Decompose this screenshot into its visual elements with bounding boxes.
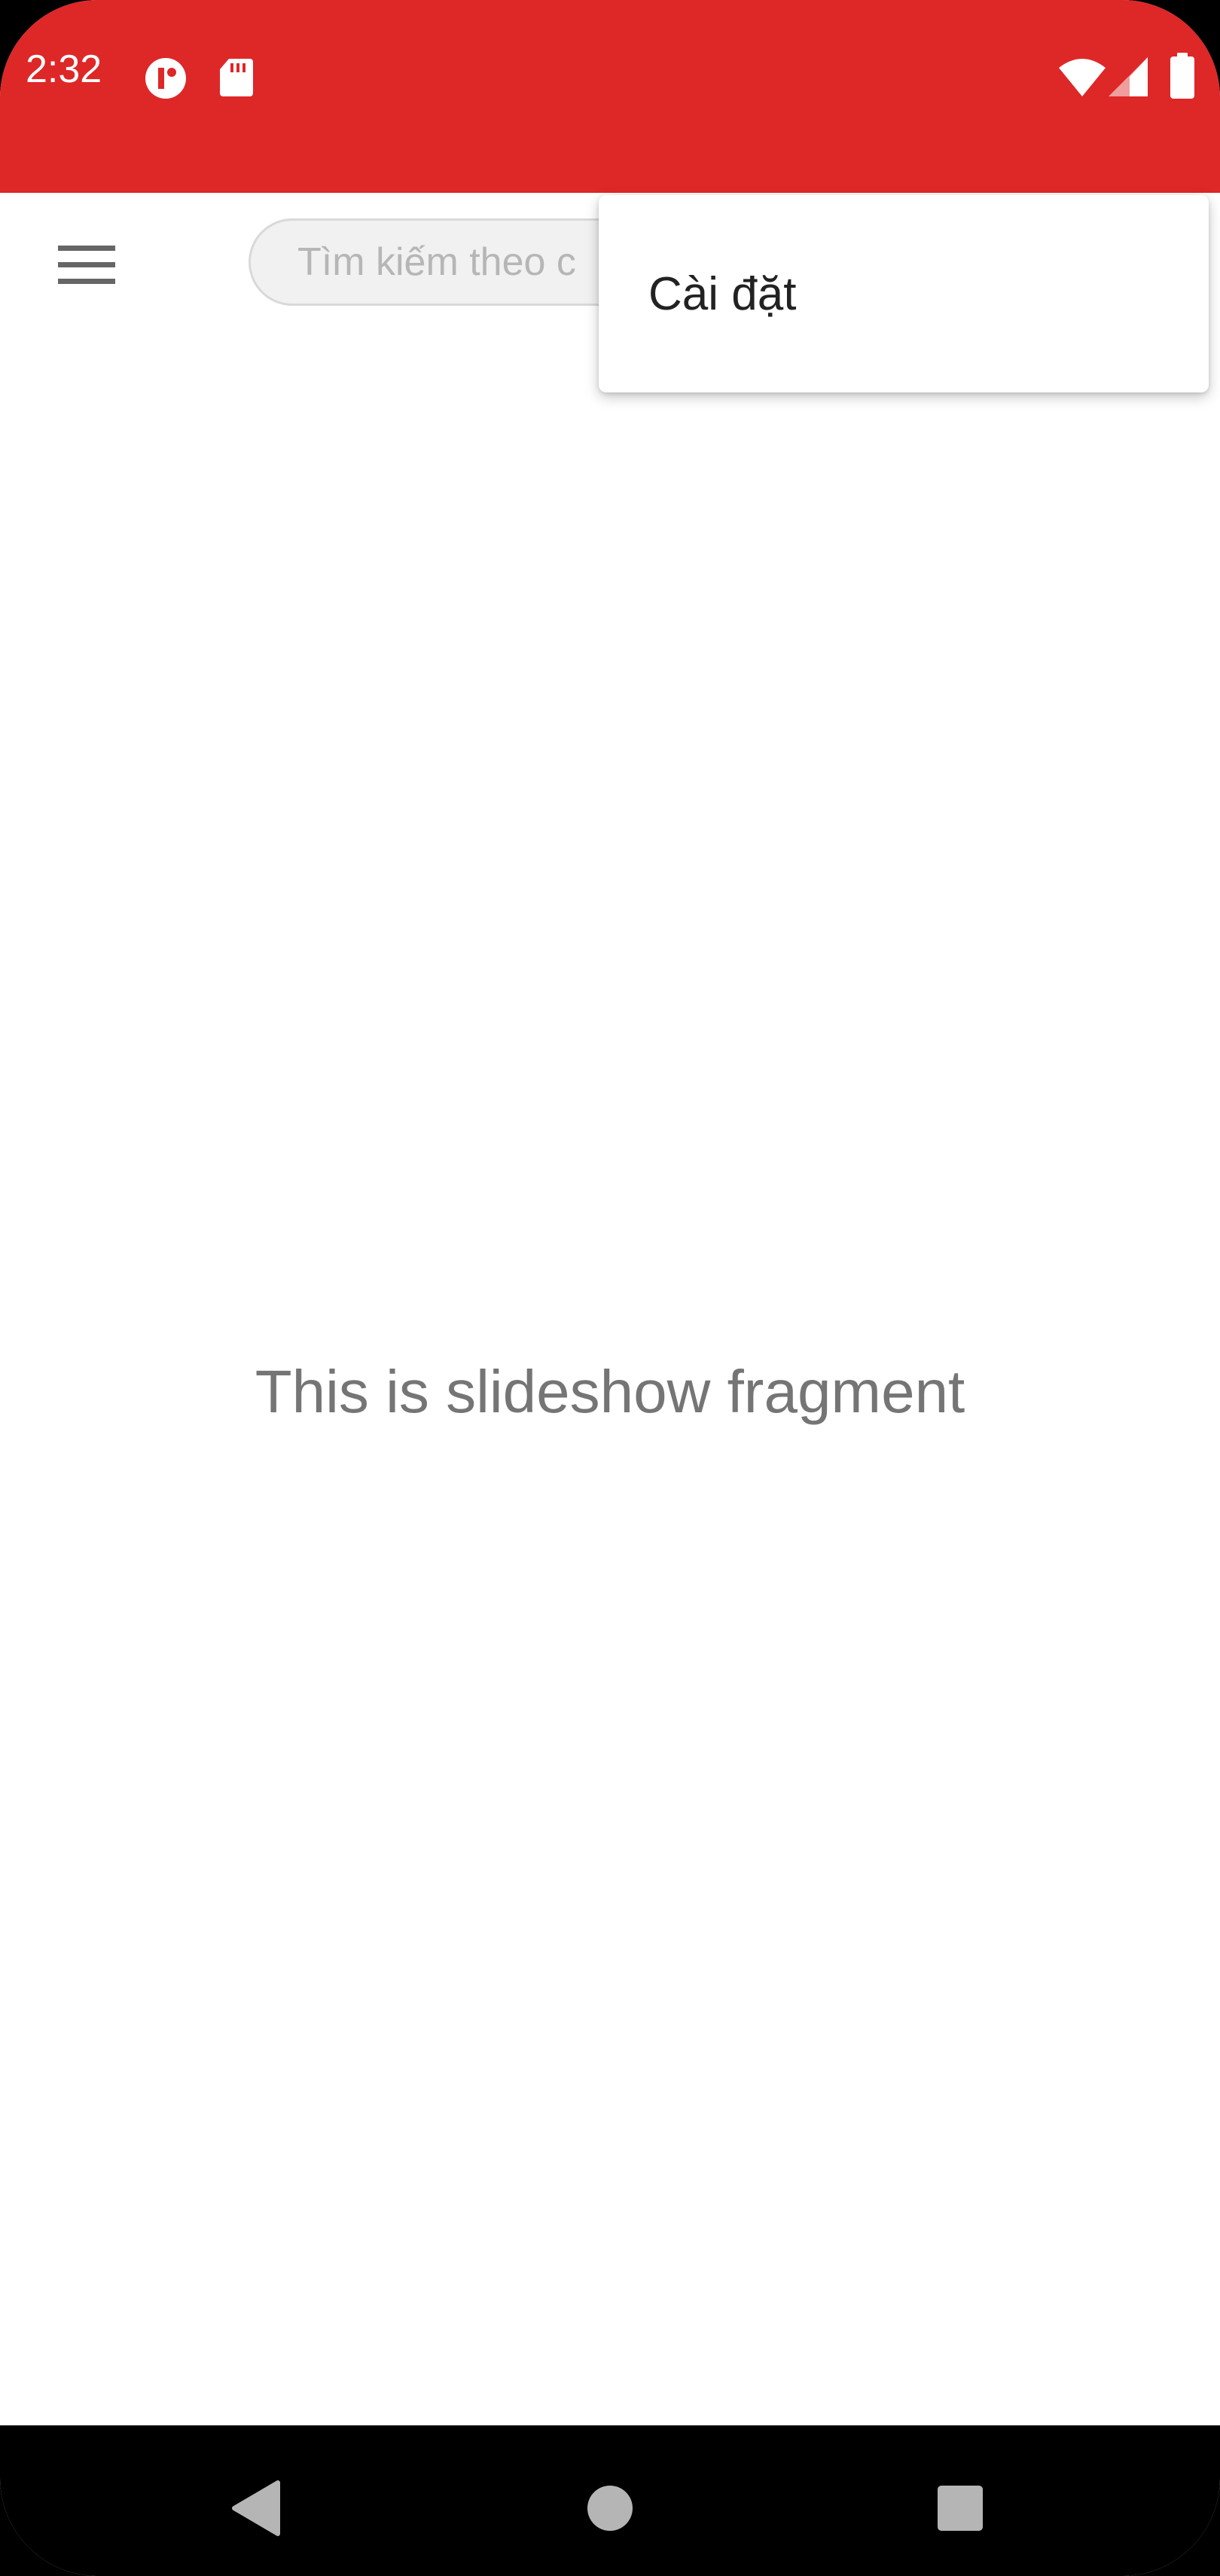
recents-icon[interactable] xyxy=(923,2471,998,2546)
phone-screen: 2:32 Tìm kiếm theo c This is slideshow f… xyxy=(0,0,1220,2576)
fragment-text: This is slideshow fragment xyxy=(255,1358,965,1425)
home-icon[interactable] xyxy=(572,2471,648,2546)
app-notification-icon xyxy=(143,56,188,105)
hamburger-menu-icon[interactable] xyxy=(45,235,128,295)
menu-item-settings[interactable]: Cài đặt xyxy=(599,195,1209,392)
status-time: 2:32 xyxy=(26,47,102,91)
cell-signal-icon xyxy=(1107,56,1149,102)
status-bar: 2:32 xyxy=(0,0,1220,193)
wifi-icon xyxy=(1057,56,1107,102)
navigation-bar xyxy=(0,2425,1220,2576)
sd-card-icon xyxy=(218,57,255,102)
battery-icon xyxy=(1169,53,1196,103)
overflow-popup-menu: Cài đặt xyxy=(599,195,1209,392)
back-icon[interactable] xyxy=(218,2471,294,2546)
